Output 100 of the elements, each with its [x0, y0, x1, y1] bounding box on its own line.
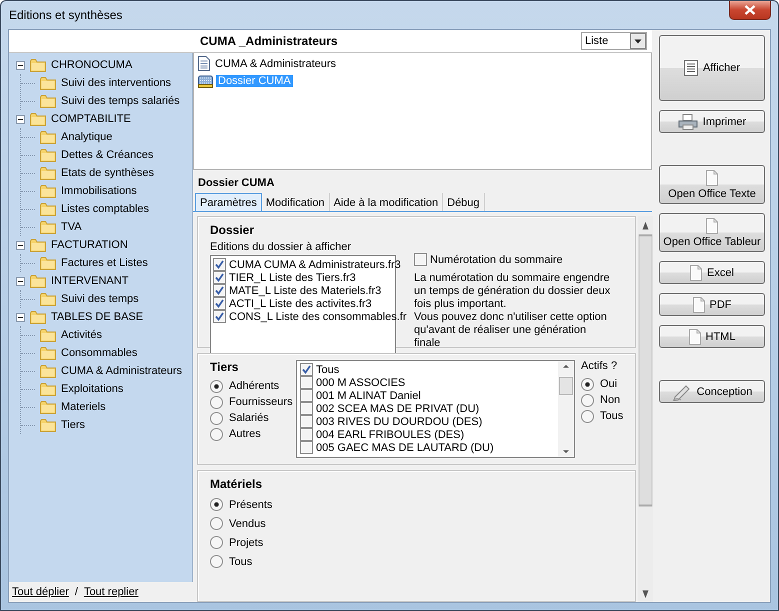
tree-item[interactable]: CUMA & Administrateurs: [61, 365, 182, 377]
tree-item[interactable]: Dettes & Créances: [61, 149, 154, 161]
radio-label[interactable]: Vendus: [229, 518, 266, 530]
radio-button[interactable]: [581, 378, 594, 390]
checkbox[interactable]: [300, 376, 313, 389]
checkbox[interactable]: [213, 271, 226, 284]
radio-button[interactable]: [210, 428, 223, 440]
tab[interactable]: Modification: [262, 193, 330, 211]
radio-button[interactable]: [581, 410, 594, 422]
radio-button[interactable]: [210, 396, 223, 408]
pencil-icon: [672, 382, 692, 400]
tree-item[interactable]: INTERVENANT: [51, 275, 128, 287]
radio-button[interactable]: [210, 517, 223, 530]
checkbox[interactable]: [414, 253, 427, 266]
collapse-icon[interactable]: [16, 312, 25, 322]
folder-icon: [40, 346, 56, 360]
list-item[interactable]: 004 EARL FRIBOULES (DES): [316, 428, 464, 440]
checkbox[interactable]: [213, 258, 226, 271]
radio-button[interactable]: [210, 412, 223, 424]
tree-item[interactable]: Exploitations: [61, 383, 124, 395]
list-item[interactable]: 002 SCEA MAS DE PRIVAT (DU): [316, 402, 480, 414]
folder-icon: [40, 292, 56, 306]
radio-button[interactable]: [581, 394, 594, 406]
tree-item[interactable]: Suivi des interventions: [61, 77, 172, 89]
tree-item[interactable]: Materiels: [61, 401, 106, 413]
list-item[interactable]: ACTI_L Liste des activites.fr3: [229, 298, 372, 310]
tree-item[interactable]: CHRONOCUMA: [51, 59, 132, 71]
tree-item[interactable]: Suivi des temps: [61, 293, 139, 305]
radio-label[interactable]: Fournisseurs: [229, 396, 293, 408]
checkbox[interactable]: [300, 415, 313, 428]
radio-button[interactable]: [210, 498, 223, 511]
checkbox[interactable]: [213, 310, 226, 323]
action-button[interactable]: Afficher: [659, 35, 765, 101]
radio-label[interactable]: Tous: [600, 410, 624, 422]
list-item[interactable]: CONS_L Liste des consommables.fr: [229, 310, 406, 322]
action-button[interactable]: Conception: [659, 380, 765, 403]
checkbox[interactable]: [300, 402, 313, 415]
folder-icon: [30, 310, 46, 324]
checkbox[interactable]: [213, 284, 226, 297]
radio-label[interactable]: Autres: [229, 428, 261, 440]
list-scrollbar[interactable]: [558, 361, 574, 457]
list-item[interactable]: 003 RIVES DU DOURDOU (DES): [316, 416, 482, 428]
document-lines-icon: [684, 60, 698, 76]
tree-item[interactable]: COMPTABILITE: [51, 113, 131, 125]
checkbox[interactable]: [213, 297, 226, 310]
checkbox[interactable]: [300, 428, 313, 441]
collapse-icon[interactable]: [16, 276, 25, 286]
tree-item[interactable]: Factures et Listes: [61, 257, 148, 269]
close-button[interactable]: [729, 1, 771, 20]
action-button[interactable]: Excel: [659, 261, 765, 284]
tree-item[interactable]: Consommables: [61, 347, 138, 359]
window-title: Editions et synthèses: [9, 8, 122, 22]
tree-item[interactable]: TABLES DE BASE: [51, 311, 144, 323]
collapse-icon[interactable]: [16, 60, 25, 70]
tab[interactable]: Aide à la modification: [330, 193, 444, 211]
tab[interactable]: Débug: [443, 193, 485, 211]
expand-all-link[interactable]: Tout déplier: [12, 586, 69, 598]
list-item[interactable]: TIER_L Liste des Tiers.fr3: [229, 272, 356, 284]
radio-button[interactable]: [210, 380, 223, 392]
collapse-icon[interactable]: [16, 240, 25, 250]
tree-item[interactable]: Tiers: [61, 419, 86, 431]
action-button[interactable]: PDF: [659, 293, 765, 316]
radio-label[interactable]: Non: [600, 394, 620, 406]
view-select[interactable]: Liste: [581, 32, 647, 50]
list-item[interactable]: Tous: [316, 364, 340, 376]
action-button[interactable]: Imprimer: [659, 110, 765, 133]
tree-item[interactable]: Analytique: [61, 131, 112, 143]
list-item[interactable]: 001 M ALINAT Daniel: [316, 390, 421, 402]
tree-item[interactable]: Etats de synthèses: [61, 167, 154, 179]
checkbox[interactable]: [300, 363, 313, 376]
list-item[interactable]: MATE_L Liste des Materiels.fr3: [229, 284, 382, 296]
tree-item[interactable]: Suivi des temps salariés: [61, 95, 180, 107]
detail-title: Dossier CUMA: [197, 176, 276, 191]
radio-label[interactable]: Présents: [229, 498, 272, 510]
checkbox-label[interactable]: Numérotation du sommaire: [430, 254, 563, 266]
action-button[interactable]: HTML: [659, 325, 765, 348]
action-button[interactable]: Open Office Tableur: [659, 213, 765, 252]
checkbox[interactable]: [300, 389, 313, 402]
radio-button[interactable]: [210, 536, 223, 549]
action-button[interactable]: Open Office Texte: [659, 165, 765, 204]
radio-label[interactable]: Oui: [600, 378, 618, 390]
radio-label[interactable]: Tous: [229, 556, 252, 568]
checkbox[interactable]: [300, 441, 313, 454]
tree-item[interactable]: FACTURATION: [51, 239, 128, 251]
tree-item[interactable]: Activités: [61, 329, 102, 341]
list-item[interactable]: CUMA CUMA & Administrateurs.fr3: [229, 258, 401, 270]
tree-item[interactable]: Immobilisations: [61, 185, 137, 197]
folder-icon: [40, 94, 56, 108]
list-item[interactable]: 005 GAEC MAS DE LAUTARD (DU): [316, 442, 494, 454]
collapse-icon[interactable]: [16, 114, 25, 124]
tree-item[interactable]: Listes comptables: [61, 203, 150, 215]
radio-label[interactable]: Adhérents: [229, 380, 280, 392]
tree-item[interactable]: TVA: [61, 221, 82, 233]
tab[interactable]: Paramètres: [195, 193, 262, 211]
radio-label[interactable]: Salariés: [229, 412, 269, 424]
collapse-all-link[interactable]: Tout replier: [84, 586, 138, 598]
list-item[interactable]: 000 M ASSOCIES: [316, 376, 406, 388]
radio-button[interactable]: [210, 555, 223, 568]
radio-label[interactable]: Projets: [229, 536, 264, 548]
file-item[interactable]: CUMA & Administrateurs: [213, 58, 338, 70]
